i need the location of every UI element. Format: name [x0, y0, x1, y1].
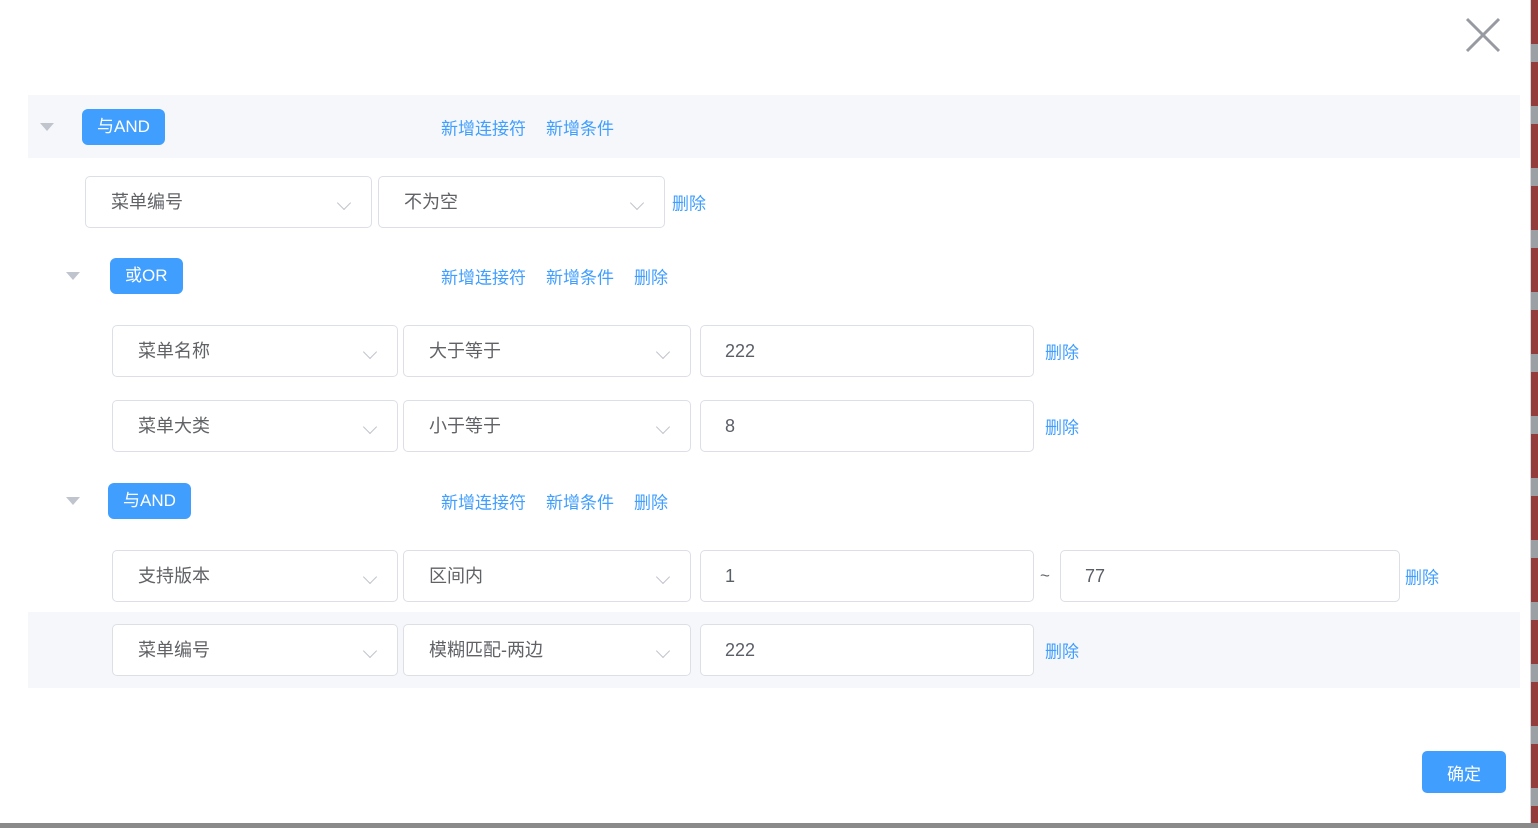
group-2-logic-badge[interactable]: 或OR [110, 258, 183, 294]
value-input[interactable] [700, 325, 1034, 377]
group-3-header: 与AND 新增连接符 新增条件 删除 [0, 476, 1538, 526]
operator-select[interactable]: 不为空 [378, 176, 665, 228]
delete-condition-link[interactable]: 删除 [1045, 414, 1079, 439]
operator-select[interactable]: 小于等于 [403, 400, 691, 452]
condition-row: 菜单编号 模糊匹配-两边 删除 [0, 624, 1538, 676]
close-icon[interactable] [1462, 14, 1504, 56]
value-input[interactable] [700, 624, 1034, 676]
delete-group-link[interactable]: 删除 [634, 264, 668, 289]
add-connector-link[interactable]: 新增连接符 [441, 264, 526, 289]
operator-select-value: 大于等于 [429, 326, 501, 376]
condition-builder-dialog: 与AND 新增连接符 新增条件 菜单编号 不为空 删除 或OR 新增连接符 新增… [0, 0, 1538, 828]
chevron-down-icon [337, 196, 351, 210]
add-condition-link[interactable]: 新增条件 [546, 264, 614, 289]
field-select-value: 支持版本 [138, 551, 210, 601]
field-select-value: 菜单编号 [138, 625, 210, 675]
collapse-caret-icon[interactable] [40, 123, 54, 131]
chevron-down-icon [363, 345, 377, 359]
delete-group-link[interactable]: 删除 [634, 489, 668, 514]
range-min-input[interactable] [700, 550, 1034, 602]
collapse-caret-icon[interactable] [66, 272, 80, 280]
close-icon-glyph [1464, 16, 1502, 54]
condition-row: 菜单编号 不为空 删除 [0, 176, 1538, 228]
delete-condition-link[interactable]: 删除 [672, 190, 706, 215]
field-select-value: 菜单编号 [111, 177, 183, 227]
operator-select[interactable]: 模糊匹配-两边 [403, 624, 691, 676]
group-3-logic-badge[interactable]: 与AND [108, 483, 191, 519]
confirm-button[interactable]: 确定 [1422, 751, 1506, 793]
chevron-down-icon [656, 570, 670, 584]
add-connector-link[interactable]: 新增连接符 [441, 115, 526, 140]
chevron-down-icon [363, 644, 377, 658]
delete-condition-link[interactable]: 删除 [1045, 339, 1079, 364]
delete-condition-link[interactable]: 删除 [1045, 638, 1079, 663]
chevron-down-icon [363, 570, 377, 584]
condition-row: 菜单名称 大于等于 删除 [0, 325, 1538, 377]
operator-select[interactable]: 区间内 [403, 550, 691, 602]
field-select-value: 菜单大类 [138, 401, 210, 451]
chevron-down-icon [363, 420, 377, 434]
operator-select-value: 小于等于 [429, 401, 501, 451]
operator-select-value: 模糊匹配-两边 [429, 625, 543, 675]
add-condition-link[interactable]: 新增条件 [546, 489, 614, 514]
add-condition-link[interactable]: 新增条件 [546, 115, 614, 140]
add-connector-link[interactable]: 新增连接符 [441, 489, 526, 514]
range-max-input[interactable] [1060, 550, 1400, 602]
right-edge-decoration [1530, 0, 1538, 828]
field-select[interactable]: 菜单编号 [85, 176, 372, 228]
collapse-caret-icon[interactable] [66, 497, 80, 505]
condition-row: 菜单大类 小于等于 删除 [0, 400, 1538, 452]
operator-select-value: 不为空 [404, 177, 458, 227]
group-1-header: 与AND 新增连接符 新增条件 [0, 99, 1538, 155]
value-input[interactable] [700, 400, 1034, 452]
chevron-down-icon [656, 420, 670, 434]
field-select[interactable]: 菜单名称 [112, 325, 398, 377]
field-select[interactable]: 菜单编号 [112, 624, 398, 676]
chevron-down-icon [656, 345, 670, 359]
range-separator: ~ [1040, 566, 1050, 586]
chevron-down-icon [630, 196, 644, 210]
field-select[interactable]: 菜单大类 [112, 400, 398, 452]
operator-select-value: 区间内 [429, 551, 483, 601]
operator-select[interactable]: 大于等于 [403, 325, 691, 377]
group-1-logic-badge[interactable]: 与AND [82, 109, 165, 145]
chevron-down-icon [656, 644, 670, 658]
delete-condition-link[interactable]: 删除 [1405, 564, 1439, 589]
condition-row: 支持版本 区间内 ~ 删除 [0, 550, 1538, 602]
group-2-header: 或OR 新增连接符 新增条件 删除 [0, 251, 1538, 301]
field-select[interactable]: 支持版本 [112, 550, 398, 602]
field-select-value: 菜单名称 [138, 326, 210, 376]
bottom-edge-decoration [0, 823, 1538, 828]
